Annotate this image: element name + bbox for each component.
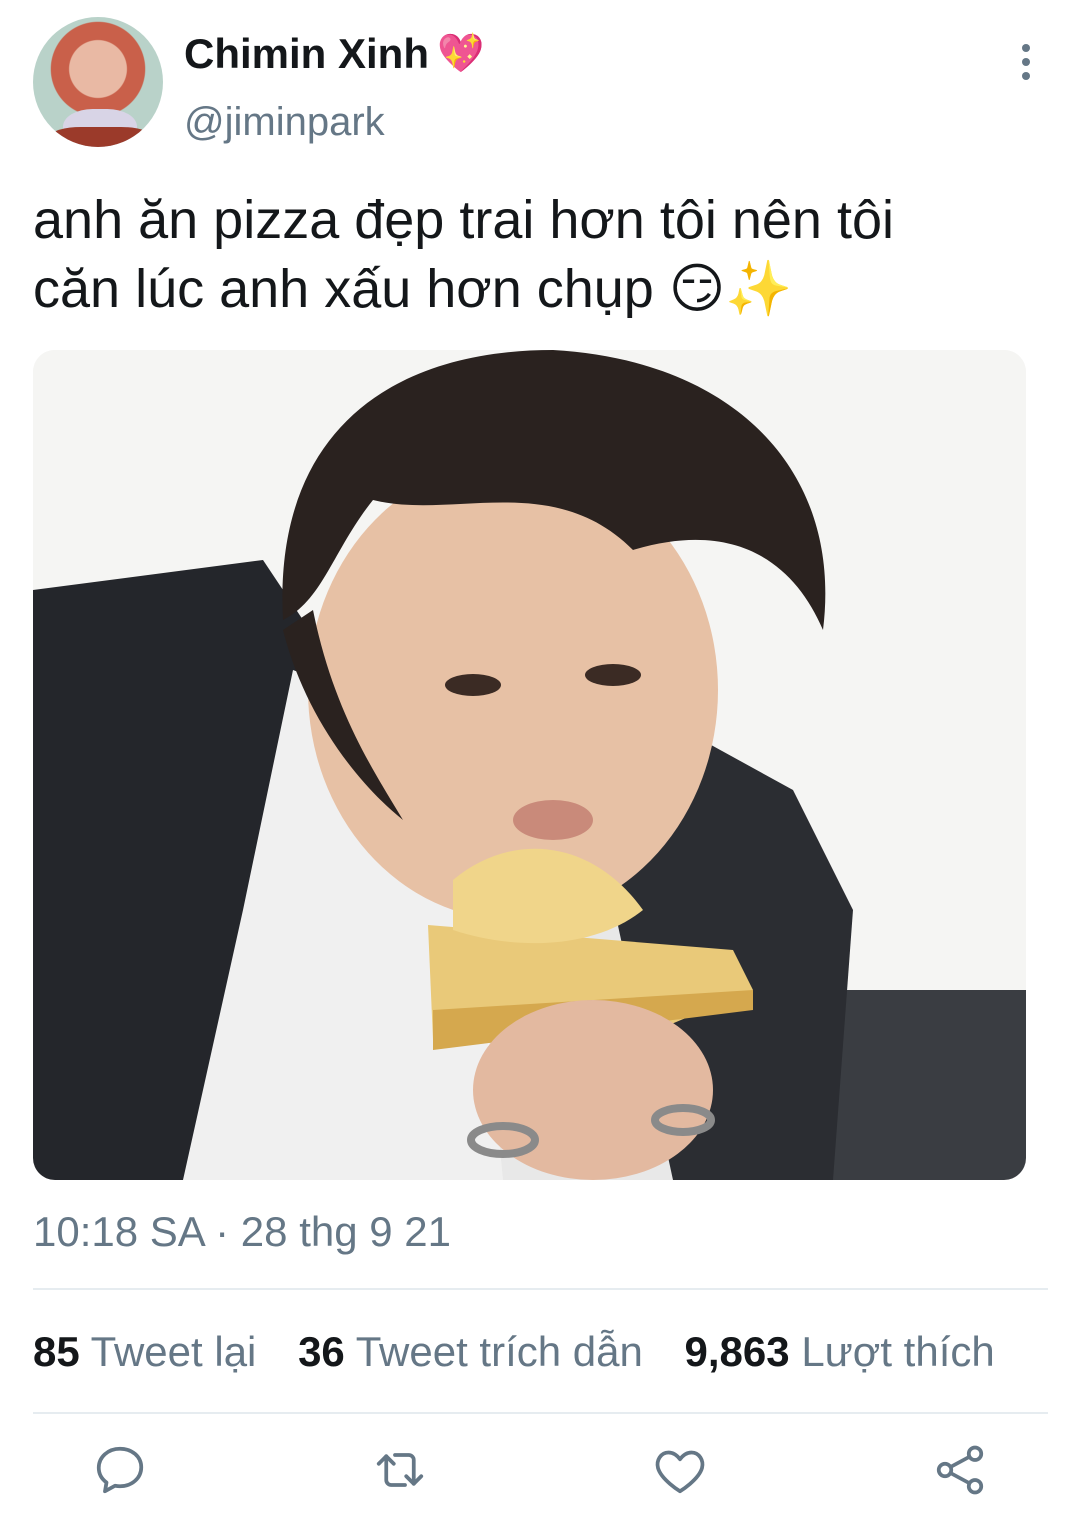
divider bbox=[33, 1288, 1048, 1290]
tweet-text-line-2: căn lúc anh xấu hơn chụp 😏✨ bbox=[33, 255, 1033, 324]
more-dot bbox=[1022, 72, 1030, 80]
avatar-shoulder bbox=[51, 127, 151, 147]
more-vertical-icon[interactable] bbox=[1008, 40, 1044, 84]
likes-count: 9,863 bbox=[684, 1328, 790, 1375]
smirk-sparkles-emoji: 😏✨ bbox=[668, 259, 793, 319]
retweets-stat[interactable]: 85 Tweet lại bbox=[33, 1328, 256, 1376]
user-handle[interactable]: @jiminpark bbox=[184, 100, 385, 145]
quotes-stat[interactable]: 36 Tweet trích dẫn bbox=[298, 1328, 643, 1376]
likes-label: Lượt thích bbox=[801, 1328, 995, 1375]
divider bbox=[33, 1412, 1048, 1414]
reply-icon[interactable] bbox=[90, 1440, 150, 1500]
tweet-timestamp[interactable]: 10:18 SA · 28 thg 9 21 bbox=[33, 1208, 451, 1256]
more-dot bbox=[1022, 58, 1030, 66]
tweet-text-line-2-words: căn lúc anh xấu hơn chụp bbox=[33, 259, 654, 319]
display-name-text: Chimin Xinh bbox=[184, 30, 429, 77]
heart-icon[interactable] bbox=[650, 1440, 710, 1500]
retweets-label: Tweet lại bbox=[90, 1328, 257, 1375]
tweet-header: Chimin Xinh 💖 @jiminpark bbox=[0, 0, 1080, 160]
share-icon[interactable] bbox=[930, 1440, 990, 1500]
tweet-photo[interactable] bbox=[33, 350, 1026, 1180]
tweet-text: anh ăn pizza đẹp trai hơn tôi nên tôi că… bbox=[33, 186, 1033, 324]
retweets-count: 85 bbox=[33, 1328, 80, 1375]
retweet-icon[interactable] bbox=[370, 1440, 430, 1500]
tweet-stats: 85 Tweet lại 36 Tweet trích dẫn 9,863 Lư… bbox=[33, 1328, 1073, 1376]
likes-stat[interactable]: 9,863 Lượt thích bbox=[685, 1328, 995, 1376]
tweet-actions bbox=[0, 1440, 1080, 1520]
quotes-count: 36 bbox=[298, 1328, 345, 1375]
photo-illustration bbox=[33, 350, 1026, 1180]
more-dot bbox=[1022, 44, 1030, 52]
sparkling-heart-emoji: 💖 bbox=[437, 33, 485, 75]
tweet-text-line-1: anh ăn pizza đẹp trai hơn tôi nên tôi bbox=[33, 190, 894, 250]
display-name[interactable]: Chimin Xinh 💖 bbox=[184, 30, 484, 78]
quotes-label: Tweet trích dẫn bbox=[355, 1328, 643, 1375]
avatar[interactable] bbox=[33, 17, 163, 147]
